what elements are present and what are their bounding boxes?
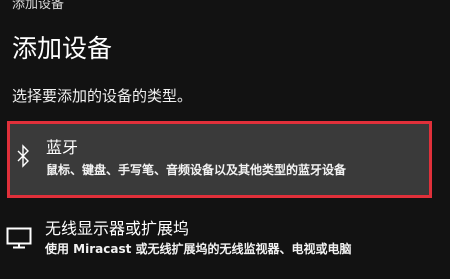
bluetooth-icon: [14, 143, 32, 169]
page-subtitle: 选择要添加的设备的类型。: [12, 87, 193, 105]
monitor-icon: [5, 225, 33, 251]
page-title: 添加设备: [12, 34, 113, 63]
window-title: 添加设备: [12, 0, 65, 12]
bluetooth-option-description: 鼠标、键盘、手写笔、音频设备以及其他类型的蓝牙设备: [46, 163, 347, 177]
wireless-display-option-description: 使用 Miracast 或无线扩展坞的无线监视器、电视或电脑: [45, 242, 352, 256]
bluetooth-option[interactable]: 蓝牙 鼠标、键盘、手写笔、音频设备以及其他类型的蓝牙设备: [7, 121, 432, 198]
wireless-display-option[interactable]: 无线显示器或扩展坞 使用 Miracast 或无线扩展坞的无线监视器、电视或电脑: [0, 212, 430, 279]
add-device-dialog: 添加设备 添加设备 选择要添加的设备的类型。 蓝牙 鼠标、键盘、手写笔、音频设备…: [0, 0, 450, 279]
wireless-display-option-title: 无线显示器或扩展坞: [45, 219, 190, 238]
bluetooth-option-title: 蓝牙: [46, 138, 79, 157]
